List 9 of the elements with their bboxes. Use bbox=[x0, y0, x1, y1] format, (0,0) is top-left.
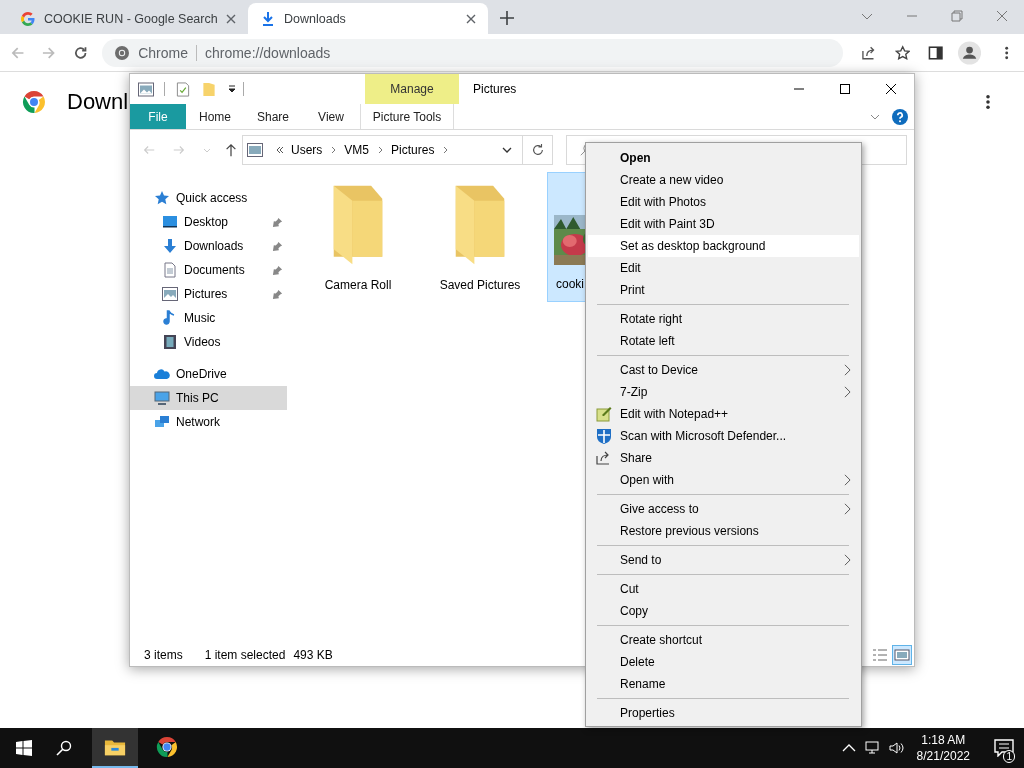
page-title: Downl bbox=[67, 89, 129, 115]
site-label: Chrome bbox=[138, 44, 188, 61]
url-text: chrome://downloads bbox=[204, 44, 331, 61]
notification-count: 1 bbox=[1003, 750, 1015, 763]
selection-status: 1 item selected bbox=[204, 648, 286, 662]
item-count: 3 items bbox=[144, 648, 183, 662]
window-title: Pictures bbox=[473, 82, 517, 96]
selection-size: 493 KB bbox=[293, 648, 333, 662]
contextual-tab-header: Manage bbox=[365, 74, 459, 104]
